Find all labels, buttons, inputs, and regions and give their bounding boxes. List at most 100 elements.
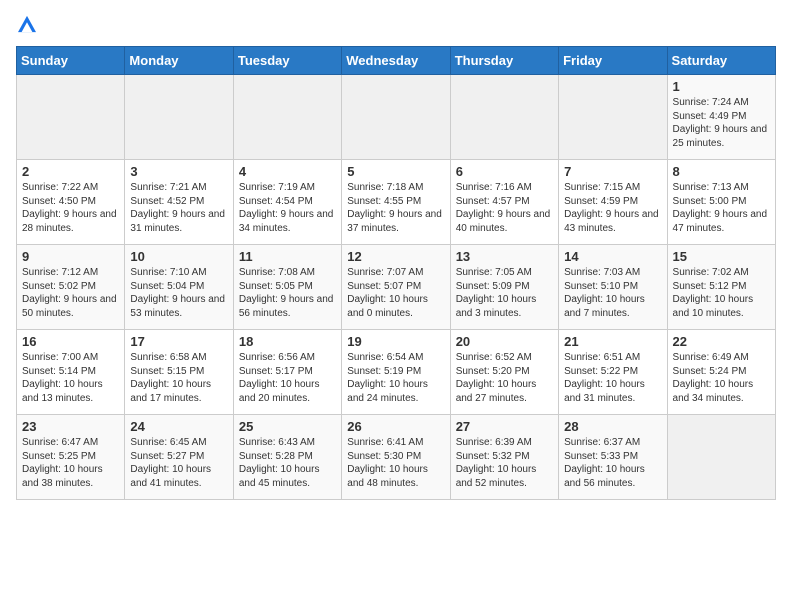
calendar-cell: 15 Sunrise: 7:02 AM Sunset: 5:12 PM Dayli…: [667, 245, 775, 330]
day-number: 4: [239, 164, 336, 179]
calendar-cell: 16Sunrise: 7:00 AM Sunset: 5:14 PM Dayli…: [17, 330, 125, 415]
day-detail: Sunrise: 6:41 AM Sunset: 5:30 PM Dayligh…: [347, 436, 444, 490]
day-number: 22: [673, 334, 770, 349]
day-number: 1: [673, 79, 770, 94]
calendar-cell: 17 Sunrise: 6:58 AM Sunset: 5:15 PM Dayli…: [125, 330, 233, 415]
calendar-cell: 6 Sunrise: 7:16 AM Sunset: 4:57 PM Daylig…: [450, 160, 558, 245]
day-number: 19: [347, 334, 444, 349]
calendar-cell: 12 Sunrise: 7:07 AM Sunset: 5:07 PM Dayli…: [342, 245, 450, 330]
day-detail: Sunrise: 6:56 AM Sunset: 5:17 PM Dayligh…: [239, 351, 336, 405]
day-detail: Sunrise: 7:05 AM Sunset: 5:09 PM Dayligh…: [456, 266, 553, 320]
day-number: 27: [456, 419, 553, 434]
calendar-cell: [450, 75, 558, 160]
calendar-week-row: 2 Sunrise: 7:22 AM Sunset: 4:50 PM Daylig…: [17, 160, 776, 245]
day-detail: Sunrise: 7:21 AM Sunset: 4:52 PM Dayligh…: [130, 181, 227, 235]
calendar-week-row: 16Sunrise: 7:00 AM Sunset: 5:14 PM Dayli…: [17, 330, 776, 415]
calendar-cell: 4 Sunrise: 7:19 AM Sunset: 4:54 PM Daylig…: [233, 160, 341, 245]
day-detail: Sunrise: 7:12 AM Sunset: 5:02 PM Dayligh…: [22, 266, 119, 320]
column-header-thursday: Thursday: [450, 47, 558, 75]
calendar-cell: 26 Sunrise: 6:41 AM Sunset: 5:30 PM Dayli…: [342, 415, 450, 500]
day-number: 24: [130, 419, 227, 434]
calendar-cell: 28 Sunrise: 6:37 AM Sunset: 5:33 PM Dayli…: [559, 415, 667, 500]
day-number: 3: [130, 164, 227, 179]
day-number: 6: [456, 164, 553, 179]
day-detail: Sunrise: 7:22 AM Sunset: 4:50 PM Dayligh…: [22, 181, 119, 235]
page-header: [16, 16, 776, 36]
calendar-cell: 20 Sunrise: 6:52 AM Sunset: 5:20 PM Dayli…: [450, 330, 558, 415]
day-number: 18: [239, 334, 336, 349]
day-detail: Sunrise: 7:10 AM Sunset: 5:04 PM Dayligh…: [130, 266, 227, 320]
calendar-cell: 1 Sunrise: 7:24 AM Sunset: 4:49 PM Daylig…: [667, 75, 775, 160]
day-detail: Sunrise: 7:24 AM Sunset: 4:49 PM Dayligh…: [673, 96, 770, 150]
day-detail: Sunrise: 7:13 AM Sunset: 5:00 PM Dayligh…: [673, 181, 770, 235]
calendar-cell: 25 Sunrise: 6:43 AM Sunset: 5:28 PM Dayli…: [233, 415, 341, 500]
calendar-cell: [17, 75, 125, 160]
calendar-cell: 11 Sunrise: 7:08 AM Sunset: 5:05 PM Dayli…: [233, 245, 341, 330]
day-detail: Sunrise: 7:08 AM Sunset: 5:05 PM Dayligh…: [239, 266, 336, 320]
day-detail: Sunrise: 6:43 AM Sunset: 5:28 PM Dayligh…: [239, 436, 336, 490]
calendar-cell: 18 Sunrise: 6:56 AM Sunset: 5:17 PM Dayli…: [233, 330, 341, 415]
day-number: 2: [22, 164, 119, 179]
day-detail: Sunrise: 7:16 AM Sunset: 4:57 PM Dayligh…: [456, 181, 553, 235]
calendar-cell: [342, 75, 450, 160]
day-number: 13: [456, 249, 553, 264]
column-header-tuesday: Tuesday: [233, 47, 341, 75]
day-detail: Sunrise: 7:00 AM Sunset: 5:14 PM Dayligh…: [22, 351, 119, 405]
calendar-cell: 5Sunrise: 7:18 AM Sunset: 4:55 PM Daylig…: [342, 160, 450, 245]
logo-text: [16, 16, 36, 40]
day-detail: Sunrise: 7:07 AM Sunset: 5:07 PM Dayligh…: [347, 266, 444, 320]
day-number: 12: [347, 249, 444, 264]
day-detail: Sunrise: 7:19 AM Sunset: 4:54 PM Dayligh…: [239, 181, 336, 235]
calendar-week-row: 23 Sunrise: 6:47 AM Sunset: 5:25 PM Dayli…: [17, 415, 776, 500]
calendar-week-row: 1 Sunrise: 7:24 AM Sunset: 4:49 PM Daylig…: [17, 75, 776, 160]
logo-icon: [18, 15, 36, 33]
calendar-cell: 2 Sunrise: 7:22 AM Sunset: 4:50 PM Daylig…: [17, 160, 125, 245]
day-detail: Sunrise: 6:52 AM Sunset: 5:20 PM Dayligh…: [456, 351, 553, 405]
day-number: 15: [673, 249, 770, 264]
calendar-cell: 9 Sunrise: 7:12 AM Sunset: 5:02 PM Daylig…: [17, 245, 125, 330]
day-number: 10: [130, 249, 227, 264]
day-detail: Sunrise: 6:49 AM Sunset: 5:24 PM Dayligh…: [673, 351, 770, 405]
calendar-cell: 10 Sunrise: 7:10 AM Sunset: 5:04 PM Dayli…: [125, 245, 233, 330]
calendar-cell: [559, 75, 667, 160]
day-number: 23: [22, 419, 119, 434]
day-number: 21: [564, 334, 661, 349]
day-detail: Sunrise: 6:54 AM Sunset: 5:19 PM Dayligh…: [347, 351, 444, 405]
day-detail: Sunrise: 7:03 AM Sunset: 5:10 PM Dayligh…: [564, 266, 661, 320]
day-number: 8: [673, 164, 770, 179]
day-detail: Sunrise: 6:45 AM Sunset: 5:27 PM Dayligh…: [130, 436, 227, 490]
calendar-cell: 8 Sunrise: 7:13 AM Sunset: 5:00 PM Daylig…: [667, 160, 775, 245]
day-number: 20: [456, 334, 553, 349]
column-header-friday: Friday: [559, 47, 667, 75]
calendar-cell: 14Sunrise: 7:03 AM Sunset: 5:10 PM Dayli…: [559, 245, 667, 330]
day-detail: Sunrise: 6:47 AM Sunset: 5:25 PM Dayligh…: [22, 436, 119, 490]
calendar-cell: 13 Sunrise: 7:05 AM Sunset: 5:09 PM Dayli…: [450, 245, 558, 330]
day-number: 25: [239, 419, 336, 434]
day-detail: Sunrise: 6:37 AM Sunset: 5:33 PM Dayligh…: [564, 436, 661, 490]
calendar-header-row: SundayMondayTuesdayWednesdayThursdayFrid…: [17, 47, 776, 75]
calendar-cell: 21Sunrise: 6:51 AM Sunset: 5:22 PM Dayli…: [559, 330, 667, 415]
day-number: 11: [239, 249, 336, 264]
calendar-cell: [125, 75, 233, 160]
calendar-cell: 19 Sunrise: 6:54 AM Sunset: 5:19 PM Dayli…: [342, 330, 450, 415]
day-number: 26: [347, 419, 444, 434]
day-detail: Sunrise: 7:15 AM Sunset: 4:59 PM Dayligh…: [564, 181, 661, 235]
day-detail: Sunrise: 7:02 AM Sunset: 5:12 PM Dayligh…: [673, 266, 770, 320]
day-number: 9: [22, 249, 119, 264]
logo: [16, 16, 36, 36]
calendar-cell: [233, 75, 341, 160]
calendar-table: SundayMondayTuesdayWednesdayThursdayFrid…: [16, 46, 776, 500]
calendar-week-row: 9 Sunrise: 7:12 AM Sunset: 5:02 PM Daylig…: [17, 245, 776, 330]
day-number: 28: [564, 419, 661, 434]
calendar-cell: 27 Sunrise: 6:39 AM Sunset: 5:32 PM Dayli…: [450, 415, 558, 500]
calendar-cell: 24 Sunrise: 6:45 AM Sunset: 5:27 PM Dayli…: [125, 415, 233, 500]
day-detail: Sunrise: 6:58 AM Sunset: 5:15 PM Dayligh…: [130, 351, 227, 405]
calendar-cell: 23 Sunrise: 6:47 AM Sunset: 5:25 PM Dayli…: [17, 415, 125, 500]
day-number: 5: [347, 164, 444, 179]
day-number: 17: [130, 334, 227, 349]
day-detail: Sunrise: 6:39 AM Sunset: 5:32 PM Dayligh…: [456, 436, 553, 490]
calendar-cell: 7 Sunrise: 7:15 AM Sunset: 4:59 PM Daylig…: [559, 160, 667, 245]
column-header-sunday: Sunday: [17, 47, 125, 75]
day-number: 7: [564, 164, 661, 179]
column-header-wednesday: Wednesday: [342, 47, 450, 75]
